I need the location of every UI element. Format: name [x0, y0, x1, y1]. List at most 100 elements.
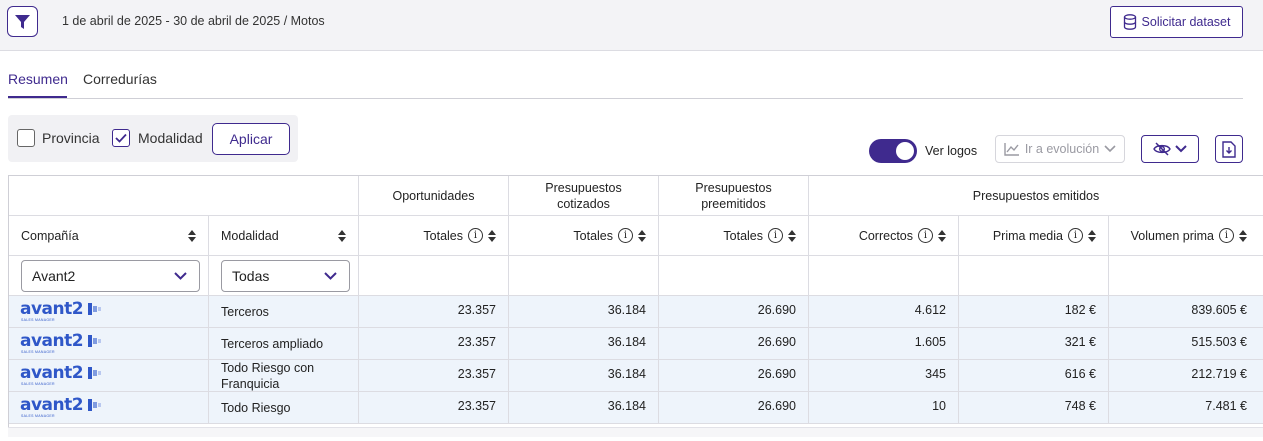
evolution-button[interactable]: Ir a evolución [995, 135, 1125, 163]
tab-corredurias[interactable]: Corredurías [83, 71, 157, 87]
info-icon[interactable]: i [768, 228, 783, 243]
filter-cell-empty [359, 256, 509, 296]
cotizados-cell: 36.184 [509, 360, 659, 392]
volumen-prima-cell: 839.605 € [1109, 296, 1263, 328]
cotizados-cell: 36.184 [509, 328, 659, 360]
eye-off-icon [1153, 142, 1171, 156]
filter-cell-empty [659, 256, 809, 296]
horizontal-scrollbar[interactable] [8, 427, 1263, 437]
modalidad-checkbox[interactable] [112, 129, 130, 147]
chevron-down-icon [1175, 145, 1187, 153]
group-header-preemitidos: Presupuestos preemitidos [659, 176, 809, 216]
company-cell: avant2 SALES MANAGER [9, 328, 209, 360]
modalidad-cell: Todo Riesgo [209, 392, 359, 424]
chevron-down-icon [174, 272, 187, 280]
sort-icon[interactable] [188, 229, 196, 242]
prima-media-cell: 321 € [959, 328, 1109, 360]
column-header-cotizados-totales[interactable]: Totales i [509, 216, 659, 256]
correctos-cell: 10 [809, 392, 959, 424]
company-logo-mark [88, 302, 101, 315]
tab-resumen[interactable]: Resumen [8, 71, 68, 87]
sort-icon[interactable] [788, 229, 796, 242]
preemitidos-cell: 26.690 [659, 360, 809, 392]
company-filter-value: Avant2 [32, 268, 76, 284]
correctos-cell: 345 [809, 360, 959, 392]
prima-media-cell: 616 € [959, 360, 1109, 392]
download-file-icon [1222, 140, 1236, 158]
info-icon[interactable]: i [1068, 228, 1083, 243]
modalidad-filter-select[interactable]: Todas [221, 260, 350, 292]
column-header-compania[interactable]: Compañía [9, 216, 209, 256]
company-logo-text: avant2 [20, 298, 84, 319]
column-header-prima-media[interactable]: Prima media i [959, 216, 1109, 256]
provincia-checkbox[interactable] [17, 129, 35, 147]
oportunidades-cell: 23.357 [359, 296, 509, 328]
company-logo-subtitle: SALES MANAGER [21, 317, 55, 322]
filter-cell-empty [509, 256, 659, 296]
column-header-label: Correctos [858, 228, 913, 243]
info-icon[interactable]: i [618, 228, 633, 243]
sort-icon[interactable] [1088, 229, 1096, 242]
sort-icon[interactable] [938, 229, 946, 242]
company-logo-text: avant2 [20, 330, 84, 351]
modalidad-filter-cell: Todas [209, 256, 359, 296]
company-logo-subtitle: SALES MANAGER [21, 381, 55, 386]
company-cell: avant2 SALES MANAGER [9, 360, 209, 392]
info-icon[interactable]: i [1219, 228, 1234, 243]
column-header-modalidad[interactable]: Modalidad [209, 216, 359, 256]
column-header-volumen-prima[interactable]: Volumen prima i [1109, 216, 1263, 256]
chevron-down-icon [1104, 145, 1116, 153]
group-header-empty [9, 176, 359, 216]
sort-icon[interactable] [1239, 229, 1247, 242]
check-icon [115, 133, 127, 143]
cotizados-cell: 36.184 [509, 392, 659, 424]
company-logo-mark [88, 334, 101, 347]
modalidad-cell: Todo Riesgo con Franquicia [209, 360, 359, 392]
ver-logos-label: Ver logos [925, 144, 978, 158]
download-button[interactable] [1215, 135, 1243, 163]
column-header-label: Totales [573, 228, 613, 243]
column-header-correctos[interactable]: Correctos i [809, 216, 959, 256]
filter-icon [15, 14, 30, 29]
info-icon[interactable]: i [918, 228, 933, 243]
provincia-label: Provincia [42, 130, 100, 146]
filter-cell-empty [1109, 256, 1263, 296]
chevron-down-icon [324, 272, 337, 280]
oportunidades-cell: 23.357 [359, 392, 509, 424]
filter-button[interactable] [7, 6, 38, 37]
company-logo-mark [88, 398, 101, 411]
column-visibility-button[interactable] [1141, 135, 1199, 163]
sort-icon[interactable] [488, 229, 496, 242]
company-filter-select[interactable]: Avant2 [21, 260, 200, 292]
top-bar: 1 de abril de 2025 - 30 de abril de 2025… [0, 0, 1263, 51]
filter-cell-empty [959, 256, 1109, 296]
column-header-label: Totales [723, 228, 763, 243]
sort-icon[interactable] [338, 229, 346, 242]
company-filter-cell: Avant2 [9, 256, 209, 296]
database-icon [1123, 14, 1136, 30]
info-icon[interactable]: i [468, 228, 483, 243]
ver-logos-toggle[interactable] [869, 139, 917, 163]
tab-bar: Resumen Corredurías [8, 70, 1243, 99]
company-cell: avant2 SALES MANAGER [9, 296, 209, 328]
company-logo: avant2 SALES MANAGER [20, 298, 101, 324]
apply-button[interactable]: Aplicar [212, 123, 290, 155]
column-header-label: Totales [423, 228, 463, 243]
column-header-preemitidos-totales[interactable]: Totales i [659, 216, 809, 256]
group-header-emitidos: Presupuestos emitidos [809, 176, 1263, 216]
column-header-label: Modalidad [221, 228, 279, 243]
column-header-label: Compañía [21, 228, 79, 243]
company-logo: avant2 SALES MANAGER [20, 396, 101, 420]
company-logo: avant2 SALES MANAGER [20, 362, 101, 388]
company-logo-mark [88, 366, 101, 379]
column-header-label: Volumen prima [1130, 228, 1214, 243]
company-logo-text: avant2 [20, 362, 84, 383]
modalidad-filter-value: Todas [232, 268, 270, 284]
group-header-oportunidades: Oportunidades [359, 176, 509, 216]
breadcrumb: 1 de abril de 2025 - 30 de abril de 2025… [62, 14, 325, 28]
sort-icon[interactable] [638, 229, 646, 242]
volumen-prima-cell: 515.503 € [1109, 328, 1263, 360]
column-header-oportunidades-totales[interactable]: Totales i [359, 216, 509, 256]
correctos-cell: 4.612 [809, 296, 959, 328]
request-dataset-button[interactable]: Solicitar dataset [1110, 6, 1243, 38]
